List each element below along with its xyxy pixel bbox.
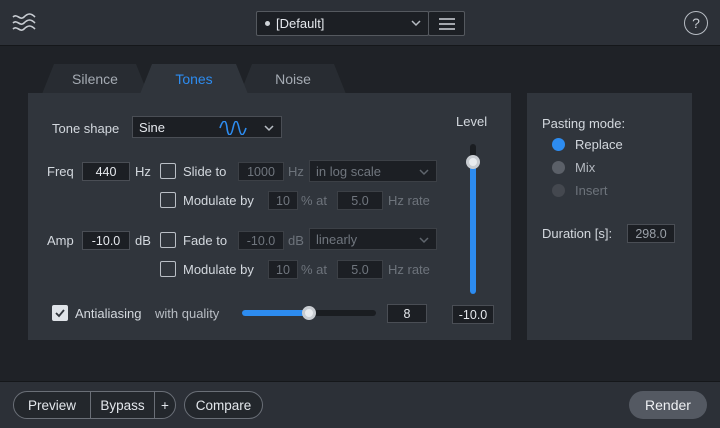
level-label: Level bbox=[456, 114, 488, 129]
fade-to-input[interactable]: -10.0 bbox=[238, 231, 284, 250]
chevron-down-icon bbox=[419, 169, 429, 176]
radio-insert-label: Insert bbox=[575, 183, 608, 198]
fade-curve-dropdown[interactable]: linearly bbox=[309, 228, 437, 250]
slide-to-unit: Hz bbox=[288, 164, 304, 179]
render-button[interactable]: Render bbox=[629, 391, 707, 419]
radio-mix[interactable] bbox=[552, 161, 565, 174]
freq-modulate-unit: % at bbox=[301, 193, 328, 208]
level-slider-fill bbox=[470, 162, 476, 294]
amp-input[interactable]: -10.0 bbox=[82, 231, 130, 250]
amp-modulate-amount[interactable]: 10 bbox=[268, 260, 298, 279]
level-slider-track[interactable] bbox=[466, 144, 480, 294]
slide-to-input[interactable]: 1000 bbox=[238, 162, 284, 181]
help-button[interactable]: ? bbox=[684, 11, 708, 35]
help-icon: ? bbox=[692, 15, 700, 31]
radio-insert[interactable] bbox=[552, 184, 565, 197]
slide-to-label: Slide to bbox=[183, 164, 227, 179]
quality-slider-handle[interactable] bbox=[302, 306, 316, 320]
chevron-down-icon bbox=[411, 20, 421, 27]
freq-modulate-rate-unit: Hz rate bbox=[388, 193, 430, 208]
tab-noise[interactable]: Noise bbox=[240, 64, 346, 94]
radio-mix-label: Mix bbox=[575, 160, 596, 175]
compare-button[interactable]: Compare bbox=[184, 391, 263, 419]
fade-to-label: Fade to bbox=[183, 233, 228, 248]
freq-modulate-amount[interactable]: 10 bbox=[268, 191, 298, 210]
amp-modulate-rate[interactable]: 5.0 bbox=[337, 260, 383, 279]
pasting-mode-title: Pasting mode: bbox=[542, 116, 626, 131]
freq-input[interactable]: 440 bbox=[82, 162, 130, 181]
level-slider-handle[interactable] bbox=[466, 155, 480, 169]
quality-slider-track[interactable] bbox=[242, 306, 376, 320]
sine-wave-icon bbox=[219, 121, 247, 135]
duration-label: Duration [s]: bbox=[542, 226, 613, 241]
fade-to-unit: dB bbox=[288, 233, 304, 248]
radio-replace[interactable] bbox=[552, 138, 565, 151]
tone-shape-value: Sine bbox=[139, 119, 166, 135]
antialiasing-checkbox[interactable] bbox=[52, 305, 68, 321]
duration-input[interactable]: 298.0 bbox=[627, 224, 675, 243]
freq-label: Freq bbox=[47, 164, 74, 179]
level-input[interactable]: -10.0 bbox=[452, 305, 494, 324]
radio-replace-label: Replace bbox=[575, 137, 623, 152]
hamburger-icon bbox=[438, 17, 455, 30]
amp-modulate-label: Modulate by bbox=[183, 262, 254, 277]
slide-scale-dropdown[interactable]: in log scale bbox=[309, 160, 437, 182]
quality-slider-fill bbox=[242, 310, 309, 316]
freq-modulate-rate[interactable]: 5.0 bbox=[337, 191, 383, 210]
freq-modulate-label: Modulate by bbox=[183, 193, 254, 208]
quality-label: with quality bbox=[155, 306, 220, 321]
amp-modulate-unit: % at bbox=[301, 262, 328, 277]
preview-button[interactable]: Preview bbox=[13, 391, 91, 419]
chevron-down-icon bbox=[419, 237, 429, 244]
antialiasing-label: Antialiasing bbox=[75, 306, 142, 321]
tone-shape-label: Tone shape bbox=[52, 121, 120, 136]
amp-label: Amp bbox=[47, 233, 74, 248]
preset-menu-button[interactable] bbox=[428, 11, 465, 36]
bypass-button[interactable]: Bypass bbox=[90, 391, 155, 419]
app-logo-icon bbox=[10, 9, 38, 37]
quality-input[interactable]: 8 bbox=[387, 304, 427, 323]
amp-modulate-rate-unit: Hz rate bbox=[388, 262, 430, 277]
freq-modulate-checkbox[interactable] bbox=[160, 192, 176, 208]
tab-tones[interactable]: Tones bbox=[140, 64, 248, 94]
slide-to-checkbox[interactable] bbox=[160, 163, 176, 179]
amp-modulate-checkbox[interactable] bbox=[160, 261, 176, 277]
tab-silence[interactable]: Silence bbox=[42, 64, 148, 94]
preset-dropdown[interactable]: [Default] bbox=[256, 11, 429, 36]
chevron-down-icon bbox=[264, 125, 274, 132]
freq-unit: Hz bbox=[135, 164, 151, 179]
modified-dot-icon bbox=[265, 21, 270, 26]
tone-shape-dropdown[interactable]: Sine bbox=[132, 116, 282, 138]
checkmark-icon bbox=[55, 309, 65, 318]
amp-unit: dB bbox=[135, 233, 151, 248]
preset-name: [Default] bbox=[276, 16, 325, 31]
fade-to-checkbox[interactable] bbox=[160, 232, 176, 248]
